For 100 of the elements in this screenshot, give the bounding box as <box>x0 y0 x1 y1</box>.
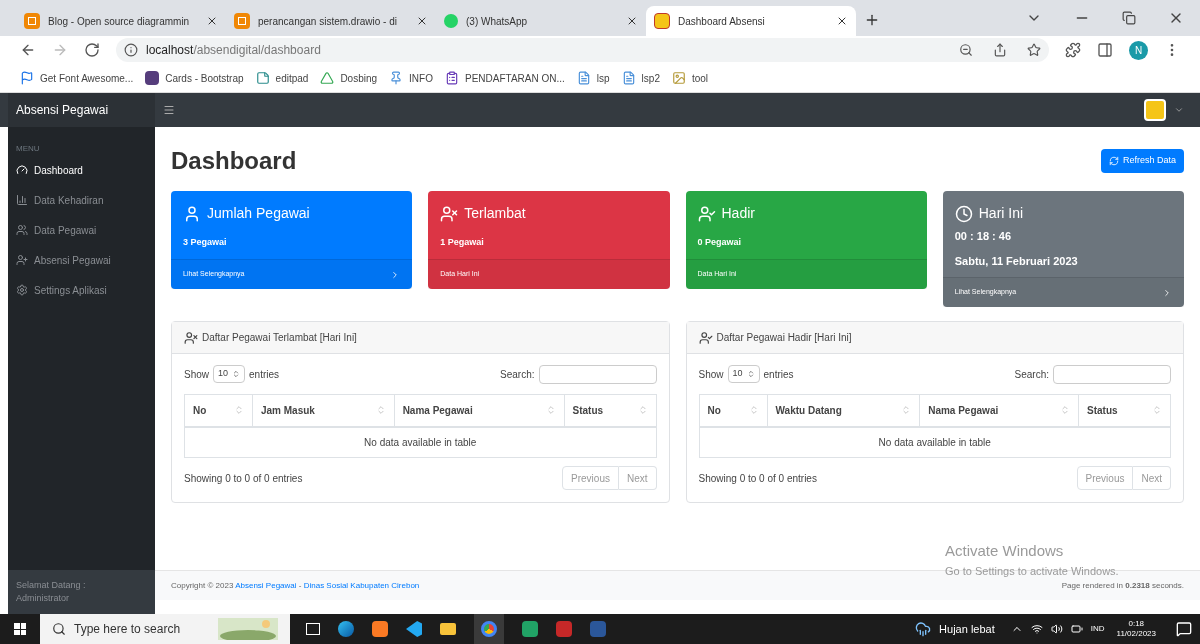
browser-tab[interactable]: perancangan sistem.drawio - di <box>226 6 436 36</box>
user-icon <box>183 204 201 223</box>
app-icon[interactable] <box>556 621 572 637</box>
sidebar-item[interactable]: Data Pegawai <box>8 215 155 245</box>
refresh-button[interactable]: Refresh Data <box>1100 149 1184 173</box>
card-title: Hadir <box>721 204 755 223</box>
welcome-text: Selamat Datang : <box>16 578 87 592</box>
users-icon <box>16 224 28 236</box>
zoom-icon[interactable] <box>959 43 973 57</box>
address-bar[interactable]: localhost/absendigital/dashboard <box>116 38 1049 62</box>
card-title: Daftar Pegawai Terlambat [Hari Ini] <box>202 331 357 345</box>
restore-icon[interactable] <box>1122 11 1136 25</box>
clock-icon <box>954 204 973 223</box>
card-title: Hari Ini <box>978 204 1024 223</box>
entries-label: entries <box>249 367 280 382</box>
side-panel-icon[interactable] <box>1097 42 1113 58</box>
close-icon[interactable] <box>416 15 428 27</box>
star-icon[interactable] <box>1027 43 1041 57</box>
language-indicator[interactable]: IND <box>1090 623 1105 635</box>
note-icon <box>255 71 270 85</box>
task-view-icon[interactable] <box>306 623 320 635</box>
volume-icon[interactable] <box>1050 623 1063 635</box>
bookmark[interactable]: INFO <box>389 70 433 86</box>
show-label: Show <box>698 367 724 382</box>
network-icon[interactable] <box>1030 623 1043 635</box>
column-header[interactable]: No <box>699 394 767 427</box>
back-icon[interactable] <box>20 42 36 58</box>
sidebar-item[interactable]: Dashboard <box>8 155 155 185</box>
user-icon <box>16 254 28 266</box>
close-icon[interactable] <box>626 15 638 27</box>
share-icon[interactable] <box>993 43 1007 57</box>
sidebar-item[interactable]: Absensi Pegawai <box>8 245 155 275</box>
caret-icon[interactable] <box>1174 105 1184 115</box>
taskbar-search-field[interactable]: Type here to search <box>40 614 290 644</box>
table-info: Showing 0 to 0 of 0 entries <box>184 471 303 486</box>
close-icon[interactable] <box>206 15 218 27</box>
image-icon <box>671 71 686 85</box>
notification-icon[interactable] <box>1176 621 1192 637</box>
org-link[interactable]: Dinas Sosial Kabupaten Cirebon <box>303 580 420 590</box>
browser-tab[interactable]: (3) WhatsApp <box>436 6 646 36</box>
search-label: Search: <box>500 367 535 382</box>
bookmark[interactable]: editpad <box>255 70 309 86</box>
search-field[interactable] <box>1053 364 1171 384</box>
browser-tab[interactable]: Dashboard Absensi <box>646 6 856 36</box>
copyright-text: Copyright © 2023 Absensi Pegawai - Dinas Sosial Kabupaten Cirebon <box>171 579 420 592</box>
chart-icon <box>16 194 28 206</box>
sidebar-item[interactable]: Data Kehadiran <box>8 185 155 215</box>
column-header[interactable]: Waktu Datang <box>767 394 920 427</box>
bookmark[interactable]: tool <box>671 70 709 86</box>
clock-time: 00 : 18 : 46 <box>954 229 1012 244</box>
battery-icon[interactable] <box>1070 623 1083 635</box>
sort-icon <box>1152 405 1162 416</box>
column-header[interactable]: Nama Pegawai <box>394 394 564 427</box>
empty-message: No data available in table <box>699 426 1171 458</box>
column-header[interactable]: Jam Masuk <box>252 394 395 427</box>
sort-icon <box>234 405 244 416</box>
clock-time: 0:18 <box>1128 619 1145 629</box>
triangle-icon <box>320 71 335 85</box>
show-label: Show <box>184 367 209 382</box>
card-title: Daftar Pegawai Hadir [Hari Ini] <box>716 331 852 345</box>
document-icon <box>576 71 591 85</box>
new-tab-icon[interactable] <box>864 12 880 28</box>
entries-select[interactable]: 10 <box>213 365 246 383</box>
bookmark[interactable]: lsp <box>576 70 610 86</box>
bookmark[interactable]: Cards - Bootstrap <box>145 70 244 86</box>
document-icon <box>621 71 636 85</box>
chevron-icon[interactable] <box>1162 287 1172 298</box>
gauge-icon <box>16 164 28 176</box>
column-header[interactable]: No <box>184 394 253 427</box>
extensions-icon[interactable] <box>1065 42 1081 58</box>
sort-icon <box>1060 405 1070 416</box>
reload-icon[interactable] <box>84 42 100 58</box>
weather-text[interactable]: Hujan lebat <box>939 620 995 638</box>
entries-select[interactable]: 10 <box>727 365 760 383</box>
weather-icon[interactable] <box>915 621 932 637</box>
user-check-icon <box>697 204 716 223</box>
menu-icon[interactable] <box>163 104 175 116</box>
sidebar-item[interactable]: Settings Aplikasi <box>8 275 155 305</box>
render-time-text: Page rendered in 0.2318 seconds. <box>1061 579 1184 592</box>
clock-date: 11/02/2023 <box>1116 629 1156 639</box>
bookmark[interactable]: Dosbing <box>320 70 378 86</box>
column-header[interactable]: Nama Pegawai <box>919 394 1079 427</box>
browser-tab[interactable]: Blog - Open source diagrammin <box>16 6 226 36</box>
column-header[interactable]: Status <box>1078 394 1171 427</box>
welcome-text: Administrator <box>16 592 70 605</box>
sort-icon <box>637 405 648 416</box>
card-value: 3 Pegawai <box>183 236 228 249</box>
info-icon[interactable] <box>124 43 138 57</box>
bookmark[interactable]: PENDAFTARAN ON... <box>445 70 565 86</box>
search-field[interactable] <box>538 364 657 384</box>
table-info: Showing 0 to 0 of 0 entries <box>698 471 817 486</box>
card-value: 1 Pegawai <box>440 236 485 249</box>
form-icon <box>445 71 459 85</box>
column-header[interactable]: Status <box>564 394 656 427</box>
bookmark[interactable]: Get Font Awesome... <box>20 70 134 86</box>
refresh-icon <box>1108 156 1119 166</box>
browser-icon[interactable] <box>474 614 504 644</box>
close-icon[interactable] <box>836 15 848 27</box>
app-link[interactable]: Absensi Pegawai <box>235 580 297 590</box>
bookmark[interactable]: lsp2 <box>621 70 660 86</box>
